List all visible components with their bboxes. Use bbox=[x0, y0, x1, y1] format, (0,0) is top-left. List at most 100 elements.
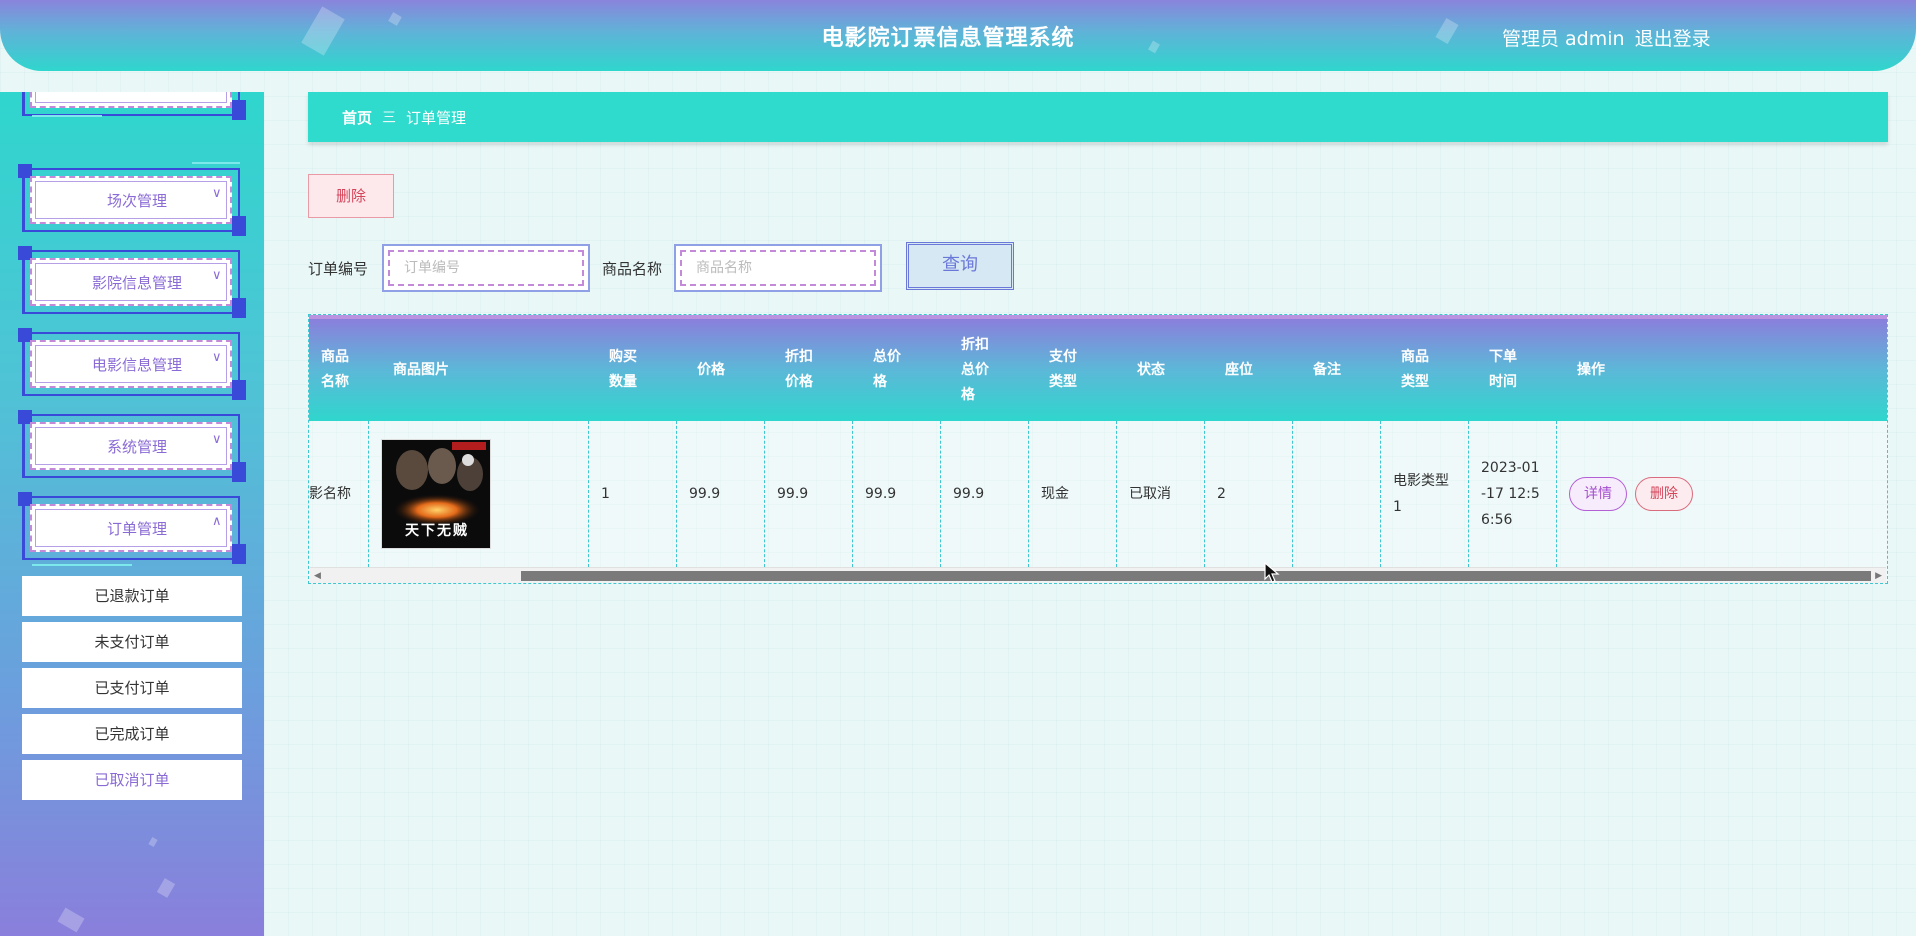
th-discount-price: 折扣 价格 bbox=[765, 319, 853, 421]
th-quantity: 购买 数量 bbox=[589, 319, 677, 421]
th-text: 总价 bbox=[873, 349, 901, 365]
cell-text: 1 bbox=[1393, 499, 1402, 515]
chevron-down-icon: ∨ bbox=[212, 432, 222, 447]
detail-button[interactable]: 详情 bbox=[1569, 477, 1627, 511]
sidebar-item-movie-info[interactable]: 电影信息管理 ∨ bbox=[18, 328, 246, 400]
menu-line bbox=[32, 115, 102, 117]
cell-text: 6:56 bbox=[1481, 512, 1513, 528]
th-text: 格 bbox=[961, 386, 975, 403]
th-pay-type: 支付 类型 bbox=[1029, 319, 1117, 421]
menu-corner bbox=[232, 216, 246, 236]
th-text: 购买 bbox=[609, 349, 637, 365]
cell-text: 99.9 bbox=[689, 486, 721, 502]
th-text: 时间 bbox=[1489, 374, 1517, 390]
td-status: 已取消 bbox=[1117, 421, 1205, 567]
th-text: 商品图片 bbox=[393, 361, 449, 378]
cell-text: 现金 bbox=[1041, 486, 1069, 502]
breadcrumb: 首页 三 订单管理 bbox=[308, 92, 1888, 142]
cell-text: 99.9 bbox=[777, 486, 809, 502]
th-status: 状态 bbox=[1117, 319, 1205, 421]
td-product-type: 电影类型 1 bbox=[1381, 421, 1469, 567]
th-text: 总价 bbox=[961, 361, 989, 378]
th-text: 商品 bbox=[321, 349, 349, 365]
submenu-completed-orders[interactable]: 已完成订单 bbox=[22, 714, 242, 754]
row-delete-button[interactable]: 删除 bbox=[1635, 477, 1693, 511]
breadcrumb-current: 订单管理 bbox=[406, 108, 467, 127]
th-text: 格 bbox=[873, 374, 887, 390]
td-product-name: 影名称 bbox=[309, 421, 369, 567]
th-text: 类型 bbox=[1401, 374, 1429, 390]
scroll-right-icon[interactable]: ▶ bbox=[1875, 571, 1882, 581]
th-text: 下单 bbox=[1489, 349, 1517, 365]
td-discount-total: 99.9 bbox=[941, 421, 1029, 567]
submenu-paid-orders[interactable]: 已支付订单 bbox=[22, 668, 242, 708]
th-text: 备注 bbox=[1313, 361, 1341, 378]
th-text: 名称 bbox=[321, 374, 349, 390]
cell-text: 电影类型 bbox=[1393, 473, 1449, 489]
menu-corner bbox=[232, 100, 246, 120]
th-text: 价格 bbox=[697, 361, 725, 378]
td-order-time: 2023-01 -17 12:5 6:56 bbox=[1469, 421, 1557, 567]
td-price: 99.9 bbox=[677, 421, 765, 567]
th-text: 类型 bbox=[1049, 374, 1077, 390]
sidebar-item-orders[interactable]: 订单管理 ∧ bbox=[18, 492, 246, 566]
menu-line bbox=[192, 162, 240, 164]
th-actions: 操作 bbox=[1557, 319, 1887, 421]
menu-line bbox=[32, 564, 132, 566]
th-order-time: 下单 时间 bbox=[1469, 319, 1557, 421]
horizontal-scrollbar[interactable]: ◀ ▶ bbox=[310, 567, 1886, 583]
th-product-name: 商品 名称 bbox=[309, 319, 361, 421]
movie-poster-image: 天下无贼 bbox=[381, 439, 491, 549]
sidebar-item-partial[interactable] bbox=[22, 92, 246, 120]
submenu-unpaid-orders[interactable]: 未支付订单 bbox=[22, 622, 242, 662]
sidebar-decoration bbox=[148, 837, 158, 847]
scrollbar-thumb[interactable] bbox=[521, 571, 1871, 581]
td-pay-type: 现金 bbox=[1029, 421, 1117, 567]
th-text: 价格 bbox=[785, 374, 813, 390]
breadcrumb-home[interactable]: 首页 bbox=[342, 107, 372, 128]
sidebar-item-cinema-info[interactable]: 影院信息管理 ∨ bbox=[18, 246, 246, 318]
th-text: 座位 bbox=[1225, 361, 1253, 378]
sidebar: 场次管理 ∨ 影院信息管理 ∨ 电影信息管理 ∨ 系统管理 ∨ 订单管理 ∧ 已 bbox=[0, 92, 264, 936]
scroll-left-icon[interactable]: ◀ bbox=[314, 571, 321, 581]
sidebar-decoration bbox=[57, 907, 85, 933]
order-no-input[interactable] bbox=[388, 250, 584, 286]
cell-text: 2 bbox=[1217, 486, 1226, 502]
th-text: 折扣 bbox=[961, 336, 989, 353]
td-remark bbox=[1293, 421, 1381, 567]
th-text: 操作 bbox=[1577, 361, 1605, 378]
cell-text: 已取消 bbox=[1129, 486, 1171, 502]
product-name-input[interactable] bbox=[680, 250, 876, 286]
th-total-price: 总价格 bbox=[853, 319, 941, 421]
sidebar-item-system[interactable]: 系统管理 ∨ bbox=[18, 410, 246, 482]
chevron-down-icon: ∨ bbox=[212, 350, 222, 365]
logout-link[interactable]: 退出登录 bbox=[1635, 24, 1711, 51]
td-discount-price: 99.9 bbox=[765, 421, 853, 567]
td-product-image: 天下无贼 bbox=[369, 421, 589, 567]
cell-text: 99.9 bbox=[865, 486, 897, 502]
breadcrumb-separator: 三 bbox=[382, 110, 397, 126]
cell-text: -17 12:5 bbox=[1481, 486, 1540, 502]
chevron-down-icon: ∨ bbox=[212, 186, 222, 201]
menu-corner bbox=[232, 380, 246, 400]
th-text: 状态 bbox=[1137, 361, 1165, 378]
batch-delete-button[interactable]: 删除 bbox=[308, 174, 394, 218]
menu-inner bbox=[30, 92, 232, 108]
cell-text: 2023-01 bbox=[1481, 460, 1540, 476]
th-seat: 座位 bbox=[1205, 319, 1293, 421]
sidebar-item-sessions[interactable]: 场次管理 ∨ bbox=[18, 162, 246, 236]
submenu-refunded-orders[interactable]: 已退款订单 bbox=[22, 576, 242, 616]
cell-text: 1 bbox=[601, 486, 610, 502]
product-name-field bbox=[674, 244, 882, 292]
th-price: 价格 bbox=[677, 319, 765, 421]
sidebar-decoration bbox=[156, 878, 176, 898]
submenu-cancelled-orders[interactable]: 已取消订单 bbox=[22, 760, 242, 800]
th-text: 支付 bbox=[1049, 349, 1077, 365]
cell-text: 影名称 bbox=[309, 486, 351, 502]
user-label: 管理员 admin bbox=[1502, 28, 1625, 50]
product-name-label: 商品名称 bbox=[602, 260, 663, 278]
user-area: 管理员 admin 退出登录 bbox=[1502, 24, 1711, 51]
query-button[interactable]: 查询 bbox=[906, 242, 1014, 290]
th-text: 数量 bbox=[609, 374, 637, 390]
app-header: 电影院订票信息管理系统 管理员 admin 退出登录 bbox=[0, 0, 1916, 71]
